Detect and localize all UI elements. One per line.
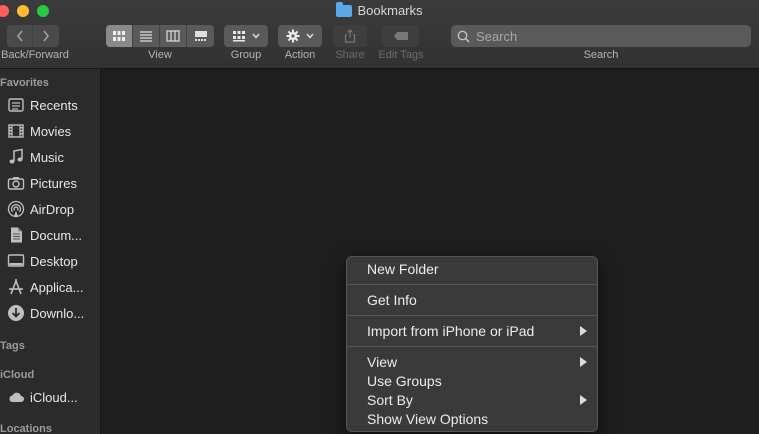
sidebar-item-movies[interactable]: Movies xyxy=(7,120,71,142)
sidebar-item-label: AirDrop xyxy=(30,201,75,217)
group-button[interactable] xyxy=(224,25,268,47)
sidebar-item-label: Docum... xyxy=(30,227,83,243)
menu-item-view[interactable]: View xyxy=(367,352,587,371)
group-control xyxy=(224,25,268,47)
chevron-left-icon xyxy=(16,30,23,42)
sidebar-item-label: Movies xyxy=(30,123,72,139)
applications-icon xyxy=(9,278,23,295)
edit-tags-button[interactable] xyxy=(382,25,419,47)
desktop-icon xyxy=(7,254,25,267)
sidebar-item-label: Desktop xyxy=(30,253,78,269)
folder-icon xyxy=(336,1,353,17)
airdrop-icon xyxy=(7,200,25,218)
chevron-down-icon xyxy=(306,33,314,39)
edit-tags-label: Edit Tags xyxy=(378,49,424,61)
sidebar-item-label: Applica... xyxy=(30,279,84,295)
window-toolbar: Bookmarks Back/Forward View Group Action… xyxy=(0,0,759,69)
menu-item-label: Get Info xyxy=(367,291,417,308)
action-button[interactable] xyxy=(278,25,322,47)
favorites-header: Favorites xyxy=(0,77,49,89)
menu-item-label: Show View Options xyxy=(367,410,489,427)
tag-icon xyxy=(393,32,408,40)
music-note-icon xyxy=(9,148,23,164)
search-field[interactable]: Search xyxy=(451,25,751,47)
menu-item-sort-by[interactable]: Sort By xyxy=(367,390,587,409)
grid-icon xyxy=(113,31,125,41)
group-grid-icon xyxy=(233,31,245,42)
sidebar-item-label: Downlo... xyxy=(30,305,85,321)
locations-header: Locations xyxy=(0,423,52,434)
columns-icon xyxy=(166,30,180,42)
forward-button[interactable] xyxy=(33,25,59,47)
tags-header: Tags xyxy=(0,340,25,352)
view-label: View xyxy=(148,49,172,61)
sidebar-item-label: iCloud... xyxy=(30,389,78,405)
edit-tags-control xyxy=(382,25,419,47)
context-menu: New Folder Get Info Import from iPhone o… xyxy=(346,256,598,432)
window-title: Bookmarks xyxy=(357,3,423,18)
sidebar-item-label: Recents xyxy=(30,97,78,113)
share-icon xyxy=(344,29,356,43)
sidebar-item-music[interactable]: Music xyxy=(7,146,64,168)
window-title-bar: Bookmarks xyxy=(0,1,759,18)
sidebar-item-label: Pictures xyxy=(30,175,77,191)
icloud-header: iCloud xyxy=(0,369,35,381)
document-icon xyxy=(11,227,22,243)
sidebar: Favorites Recents Movies Music Pictures … xyxy=(0,69,101,434)
submenu-arrow-icon xyxy=(580,325,587,336)
icon-view-button[interactable] xyxy=(106,25,133,47)
sidebar-item-downloads[interactable]: Downlo... xyxy=(7,302,84,324)
action-label: Action xyxy=(284,49,316,61)
back-button[interactable] xyxy=(7,25,33,47)
list-icon xyxy=(140,31,152,42)
menu-item-label: New Folder xyxy=(367,260,439,277)
chevron-right-icon xyxy=(43,30,50,42)
cloud-icon xyxy=(9,392,24,402)
back-forward-control xyxy=(7,25,59,47)
search-icon xyxy=(457,30,470,43)
menu-separator xyxy=(347,346,597,347)
view-switcher xyxy=(106,25,214,47)
list-view-button[interactable] xyxy=(133,25,160,47)
action-control xyxy=(278,25,322,47)
camera-icon xyxy=(7,177,25,190)
chevron-down-icon xyxy=(252,33,260,39)
column-view-button[interactable] xyxy=(160,25,187,47)
menu-separator xyxy=(347,315,597,316)
menu-item-use-groups[interactable]: Use Groups xyxy=(367,371,587,390)
menu-item-label: Sort By xyxy=(367,391,413,408)
gear-icon xyxy=(286,29,300,43)
sidebar-item-recents[interactable]: Recents xyxy=(7,94,78,116)
search-placeholder: Search xyxy=(476,28,518,44)
menu-item-get-info[interactable]: Get Info xyxy=(367,290,587,309)
share-button[interactable] xyxy=(333,25,367,47)
menu-item-show-view-options[interactable]: Show View Options xyxy=(367,409,587,428)
menu-item-label: Use Groups xyxy=(367,372,442,389)
back-forward-label: Back/Forward xyxy=(1,49,69,61)
menu-item-label: Import from iPhone or iPad xyxy=(367,322,535,339)
sidebar-item-airdrop[interactable]: AirDrop xyxy=(7,198,74,220)
share-label: Share xyxy=(335,49,365,61)
clock-icon xyxy=(8,98,24,112)
sidebar-item-label: Music xyxy=(30,149,64,165)
film-icon xyxy=(8,124,24,138)
menu-item-import-from-iphone[interactable]: Import from iPhone or iPad xyxy=(367,321,587,340)
sidebar-item-pictures[interactable]: Pictures xyxy=(7,172,77,194)
sidebar-item-icloud-drive[interactable]: iCloud... xyxy=(7,386,78,408)
menu-item-new-folder[interactable]: New Folder xyxy=(367,259,587,278)
gallery-icon xyxy=(194,31,207,41)
menu-item-label: View xyxy=(367,353,398,370)
download-icon xyxy=(8,305,24,321)
gallery-view-button[interactable] xyxy=(187,25,214,47)
search-label: Search xyxy=(583,49,619,61)
submenu-arrow-icon xyxy=(580,356,587,367)
share-control xyxy=(333,25,367,47)
submenu-arrow-icon xyxy=(580,394,587,405)
sidebar-item-desktop[interactable]: Desktop xyxy=(7,250,78,272)
sidebar-item-documents[interactable]: Docum... xyxy=(7,224,82,246)
sidebar-item-applications[interactable]: Applica... xyxy=(7,276,83,298)
menu-separator xyxy=(347,284,597,285)
group-label: Group xyxy=(230,49,262,61)
